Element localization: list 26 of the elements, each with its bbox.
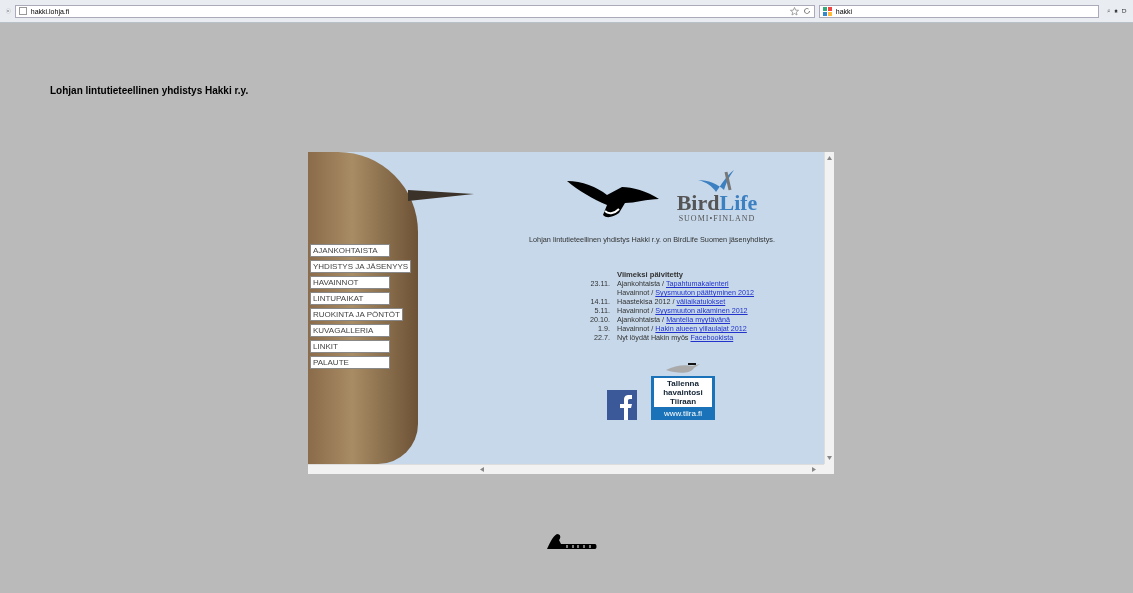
logo-subtitle: SUOMI•FINLAND: [678, 214, 756, 223]
tern-icon: [664, 360, 702, 376]
menu-button[interactable]: LINKIT: [310, 340, 390, 353]
menu-button[interactable]: PALAUTE: [310, 356, 390, 369]
tiira-url: www.tiira.fi: [663, 409, 703, 418]
vertical-scrollbar[interactable]: [824, 152, 834, 464]
page-title: Lohjan lintutieteellinen yhdistys Hakki r.y.: [50, 85, 249, 96]
search-engine-icon: [822, 6, 832, 16]
star-icon[interactable]: [789, 6, 799, 16]
tiira-caption: Tallenna havaintosi Tiiraan: [654, 378, 712, 407]
scroll-up-icon[interactable]: [827, 156, 832, 160]
scroll-right-icon[interactable]: [812, 467, 816, 472]
menu-button[interactable]: KUVAGALLERIA: [310, 324, 390, 337]
scroll-down-icon[interactable]: [827, 456, 832, 460]
menu-button[interactable]: LINTUPAIKAT: [310, 292, 390, 305]
menu-button[interactable]: RUOKINTA JA PÖNTÖT: [310, 308, 403, 321]
scroll-left-icon[interactable]: [480, 467, 484, 472]
menu-button[interactable]: AJANKOHTAISTA: [310, 244, 390, 257]
horizontal-scrollbar[interactable]: [308, 464, 824, 474]
menu-button[interactable]: YHDISTYS JA JÄSENYYS: [310, 260, 412, 273]
page-icon: [18, 7, 27, 15]
birdlife-logo-text: BirdLife: [676, 192, 758, 214]
facebook-icon[interactable]: [607, 390, 637, 420]
menu-button[interactable]: HAVAINNOT: [310, 276, 390, 289]
reload-icon[interactable]: [802, 7, 811, 15]
counter-drawing: [545, 532, 597, 550]
